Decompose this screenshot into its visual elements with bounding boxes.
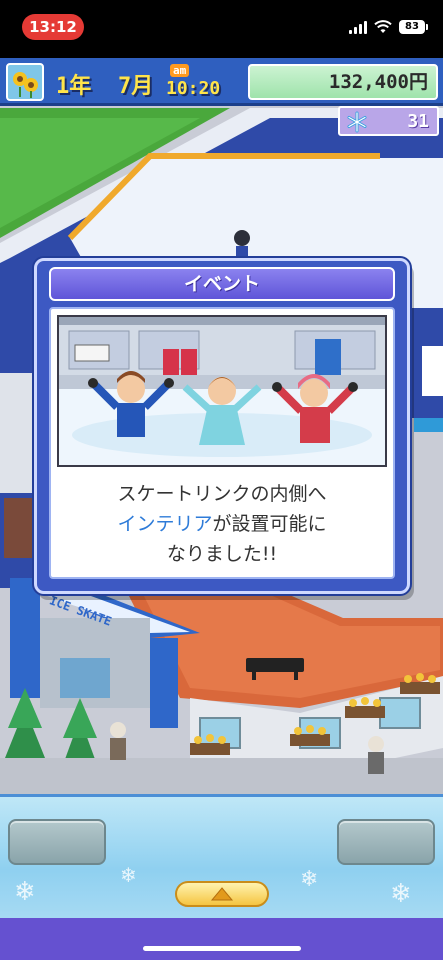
money-display: 132,400円 bbox=[248, 64, 438, 100]
status-time: 13:12 bbox=[22, 14, 84, 40]
snowflake-decoration-icon: ❄ bbox=[300, 867, 319, 892]
snowflake-decoration-icon: ❄ bbox=[120, 863, 137, 887]
event-title: イベント bbox=[49, 267, 395, 301]
home-indicator-area bbox=[0, 918, 443, 960]
battery-icon: 83 bbox=[399, 20, 428, 34]
right-menu-button[interactable] bbox=[337, 819, 435, 865]
sunflower-icon[interactable] bbox=[6, 63, 44, 101]
snowflake-icon bbox=[347, 111, 367, 133]
hud-ampm: am bbox=[170, 64, 190, 77]
event-body: スケートリンクの内側へ インテリアが設置可能に なりました!! bbox=[49, 307, 395, 579]
hud-year: 1年 bbox=[56, 74, 92, 99]
event-message-line2: が設置可能に bbox=[212, 513, 327, 535]
hud-clock: 10:20 bbox=[166, 78, 221, 99]
snowflake-decoration-icon: ❄ bbox=[390, 879, 412, 909]
hud-month: 7月 bbox=[118, 74, 154, 99]
event-message: スケートリンクの内側へ インテリアが設置可能に なりました!! bbox=[61, 479, 383, 569]
event-message-highlight: インテリア bbox=[117, 513, 213, 535]
left-menu-button[interactable] bbox=[8, 819, 106, 865]
wifi-icon bbox=[374, 20, 392, 33]
research-points-value: 31 bbox=[407, 111, 429, 132]
research-points-box[interactable]: 31 bbox=[338, 106, 439, 136]
home-indicator[interactable] bbox=[143, 946, 301, 951]
expand-menu-button[interactable] bbox=[175, 881, 269, 907]
event-message-line1: スケートリンクの内側へ bbox=[117, 483, 327, 505]
bottom-menu: ❄ ❄ ❄ ❄ bbox=[0, 794, 443, 918]
cellular-signal-icon bbox=[349, 20, 367, 34]
status-bar: 13:12 83 bbox=[0, 0, 443, 58]
status-icons: 83 bbox=[349, 20, 428, 34]
hud-bar: 1年 7月 am 10:20 132,400円 bbox=[0, 58, 443, 106]
event-dialog[interactable]: イベント スケートリンクの内側へ インテリアが設置可能に なりました!! bbox=[34, 258, 410, 594]
snowflake-decoration-icon: ❄ bbox=[14, 877, 36, 907]
event-illustration bbox=[57, 315, 387, 467]
event-message-line3: なりました!! bbox=[166, 543, 278, 565]
triangle-up-icon bbox=[210, 887, 234, 901]
